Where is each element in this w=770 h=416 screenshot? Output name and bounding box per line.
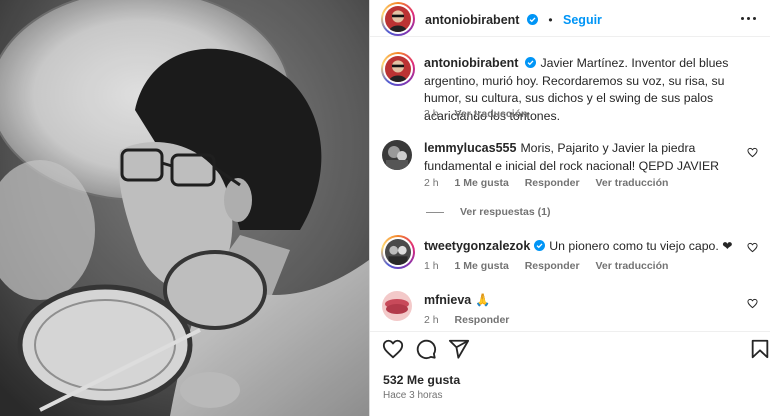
- comment-text-block: mfnieva 🙏: [424, 292, 754, 310]
- follow-button[interactable]: Seguir: [563, 13, 602, 27]
- caption-time[interactable]: 3 h: [424, 108, 439, 120]
- commenter-avatar[interactable]: [382, 140, 412, 170]
- comment-text-block: lemmylucas555 Moris, Pajarito y Javier la…: [424, 140, 754, 175]
- comment-username[interactable]: lemmylucas555: [424, 141, 516, 155]
- post-header: antoniobirabent • Seguir: [370, 0, 770, 37]
- view-replies-label: Ver respuestas (1): [460, 206, 551, 218]
- comment-item: tweetygonzalezok Un pionero como tu viejo…: [381, 235, 762, 277]
- comment-item: mfnieva 🙏 2 h Responder: [382, 291, 762, 331]
- caption-translate-link[interactable]: Ver traducción: [455, 108, 528, 120]
- comment-like-icon[interactable]: [747, 147, 758, 158]
- translate-link[interactable]: Ver traducción: [595, 177, 668, 189]
- verified-badge-icon: [534, 240, 546, 251]
- comment-text: Un pionero como tu viejo capo. ❤: [549, 239, 733, 253]
- comment-like-icon[interactable]: [747, 242, 758, 253]
- comment-text: 🙏: [475, 293, 491, 307]
- replies-line: [426, 211, 444, 213]
- view-replies-button[interactable]: Ver respuestas (1): [426, 206, 550, 218]
- commenter-avatar[interactable]: [381, 235, 415, 269]
- post-caption: antoniobirabent Javier Martínez. Inventor…: [381, 52, 762, 125]
- commenter-avatar[interactable]: [382, 291, 412, 321]
- post-side-panel: antoniobirabent • Seguir antoniobirabent…: [370, 0, 770, 416]
- bookmark-icon[interactable]: [749, 338, 770, 360]
- comment-time[interactable]: 1 h: [424, 260, 439, 272]
- post-image: [0, 0, 369, 416]
- post-timestamp[interactable]: Hace 3 horas: [383, 390, 442, 401]
- avatar-image: [385, 6, 411, 32]
- author-avatar[interactable]: [381, 2, 415, 36]
- comment-text-block: tweetygonzalezok Un pionero como tu viejo…: [424, 238, 754, 256]
- comment-meta: 1 h 1 Me gusta Responder Ver traducción: [424, 260, 681, 272]
- comment-likes[interactable]: 1 Me gusta: [455, 177, 509, 189]
- comment-icon[interactable]: [415, 338, 437, 360]
- avatar-image: [385, 239, 411, 265]
- comment-time[interactable]: 2 h: [424, 314, 439, 326]
- avatar-image: [382, 140, 412, 170]
- verified-badge-icon: [526, 14, 538, 25]
- comment-username[interactable]: tweetygonzalezok: [424, 239, 530, 253]
- reply-button[interactable]: Responder: [525, 260, 580, 272]
- translate-link[interactable]: Ver traducción: [595, 260, 668, 272]
- comment-item: lemmylucas555 Moris, Pajarito y Javier la…: [382, 140, 762, 200]
- caption-author-avatar[interactable]: [381, 52, 415, 86]
- caption-meta: 3 h Ver traducción: [424, 108, 540, 120]
- comment-meta: 2 h 1 Me gusta Responder Ver traducción: [424, 177, 681, 189]
- comment-username[interactable]: mfnieva: [424, 293, 471, 307]
- verified-badge-icon: [525, 57, 537, 68]
- separator-dot: •: [548, 13, 553, 27]
- comment-likes[interactable]: 1 Me gusta: [455, 260, 509, 272]
- actions-divider: [370, 331, 770, 332]
- reply-button[interactable]: Responder: [525, 177, 580, 189]
- author-username[interactable]: antoniobirabent: [425, 13, 519, 27]
- share-icon[interactable]: [448, 338, 470, 360]
- comment-meta: 2 h Responder: [424, 314, 522, 326]
- avatar-image: [382, 291, 412, 321]
- caption-username[interactable]: antoniobirabent: [424, 56, 518, 70]
- reply-button[interactable]: Responder: [455, 314, 510, 326]
- comment-time[interactable]: 2 h: [424, 177, 439, 189]
- comment-like-icon[interactable]: [747, 298, 758, 309]
- avatar-image: [385, 56, 411, 82]
- post-photo[interactable]: [0, 0, 369, 416]
- more-options-icon[interactable]: [738, 12, 758, 24]
- heart-icon[interactable]: [382, 338, 404, 360]
- likes-count[interactable]: 532 Me gusta: [383, 373, 460, 387]
